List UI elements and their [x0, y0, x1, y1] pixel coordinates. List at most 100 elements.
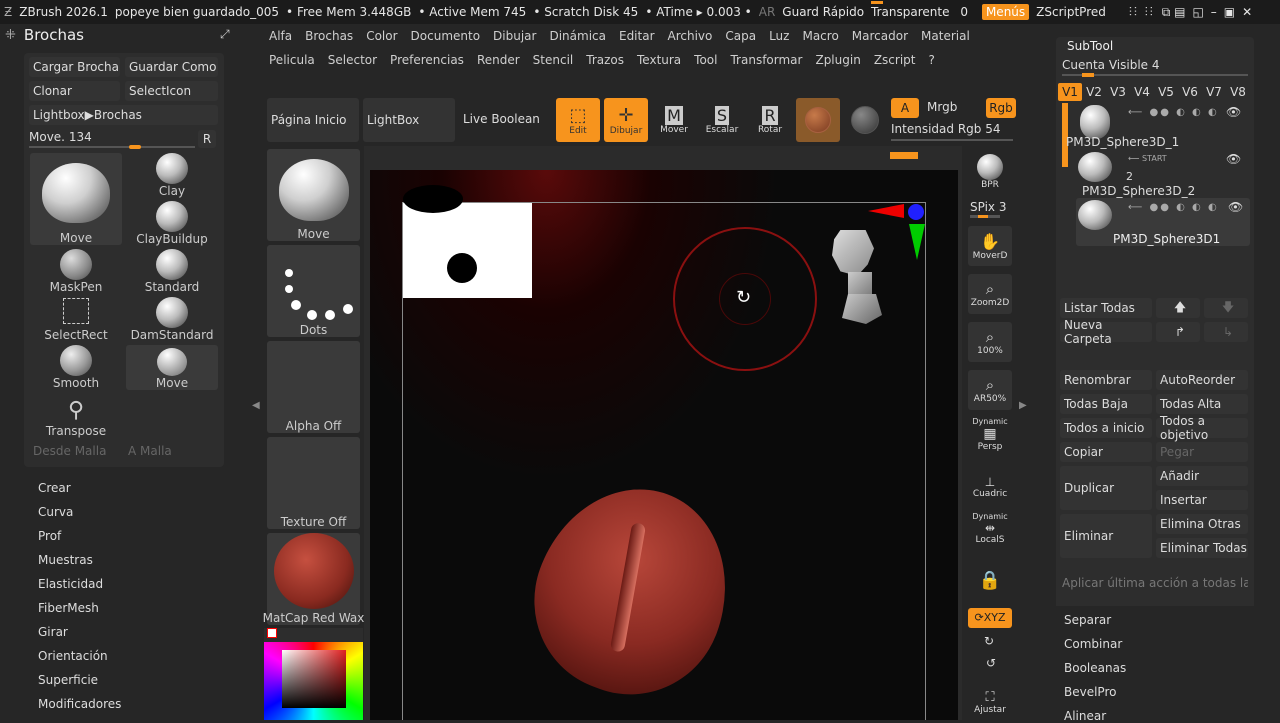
left-menu-item[interactable]: Orientación — [38, 644, 121, 668]
lightbox-brushes-button[interactable]: Lightbox▶Brochas — [29, 105, 218, 125]
brush-damstandard[interactable]: DamStandard — [126, 297, 218, 342]
persp-button[interactable]: Dynamic ▦ Persp — [968, 414, 1012, 454]
paste-button[interactable]: Pegar — [1156, 442, 1248, 462]
menu-item[interactable]: Dibujar — [493, 29, 536, 43]
menu-item[interactable]: Zscript — [874, 53, 916, 67]
color-square[interactable] — [282, 650, 346, 708]
left-menu-item[interactable]: Crear — [38, 476, 121, 500]
bevelpro-menu[interactable]: BevelPro — [1064, 685, 1116, 699]
all-to-start-button[interactable]: Todos a inicio — [1060, 418, 1152, 438]
collapse-left-icon[interactable]: ◀ — [252, 400, 260, 411]
subtool-item-1[interactable]: ⟵ ●● ◐ ◐ ◐ 👁 PM3D_Sphere3D_1 — [1066, 103, 1248, 149]
tray-brush-move[interactable]: Move — [267, 149, 360, 241]
brush-move-small[interactable]: Move — [126, 345, 218, 390]
rename-button[interactable]: Renombrar — [1060, 370, 1152, 390]
close-icon[interactable]: ✕ — [1242, 5, 1252, 19]
visible-count-slider[interactable]: Cuenta Visible 4 — [1062, 58, 1248, 78]
menu-item[interactable]: Pelicula — [269, 53, 315, 67]
lock-button[interactable]: 🔒 — [968, 560, 1012, 600]
merge-menu[interactable]: Combinar — [1064, 637, 1122, 651]
new-folder-button[interactable]: Nueva Carpeta — [1060, 318, 1152, 346]
insert-button[interactable]: Insertar — [1156, 490, 1248, 510]
autoreorder-button[interactable]: AutoReorder — [1156, 370, 1248, 390]
version-tab[interactable]: V4 — [1130, 83, 1154, 101]
document-canvas[interactable]: ↻ — [370, 170, 958, 720]
scale-button[interactable]: S Escalar — [700, 98, 744, 142]
popout-icon[interactable]: ⤢ — [220, 27, 230, 42]
menu-item[interactable]: Capa — [725, 29, 756, 43]
eye-icon[interactable]: 👁 — [1226, 105, 1241, 119]
duplicate-button[interactable]: Duplicar — [1060, 466, 1152, 510]
selecticon-button[interactable]: SelectIcon — [125, 81, 218, 101]
left-menu-item[interactable]: Modificadores — [38, 692, 121, 716]
from-mesh-button[interactable]: Desde Malla — [33, 444, 106, 458]
head-gizmo[interactable] — [822, 226, 886, 330]
move-button[interactable]: M Mover — [652, 98, 696, 142]
moverd-button[interactable]: ✋ MoverD — [968, 226, 1012, 266]
window-layout-icon[interactable]: ⧉ ▤ — [1162, 5, 1186, 20]
quicksave-button[interactable]: Guard Rápido — [782, 5, 864, 19]
layout-icons[interactable]: ⫶⫶ ⫶⫶ — [1129, 5, 1155, 20]
rgb-intensity-slider[interactable]: Intensidad Rgb 54 — [891, 122, 1013, 142]
menu-item[interactable]: Render — [477, 53, 520, 67]
a-button[interactable]: A — [891, 98, 919, 118]
clone-button[interactable]: Clonar — [29, 81, 120, 101]
menu-item[interactable]: Material — [921, 29, 970, 43]
brush-claybuildup[interactable]: ClayBuildup — [126, 201, 218, 246]
rotate-button[interactable]: R Rotar — [748, 98, 792, 142]
menu-item[interactable]: Tool — [694, 53, 717, 67]
restore-icon[interactable]: ◱ — [1192, 5, 1203, 19]
tray-alpha-off[interactable]: Alpha Off — [267, 341, 360, 433]
menu-item[interactable]: Archivo — [668, 29, 713, 43]
subtool-visibility-toggles[interactable]: ⟵ ●● ◐ ◐ ◐ — [1128, 107, 1219, 118]
menu-item[interactable]: Stencil — [533, 53, 574, 67]
delete-all-button[interactable]: Eliminar Todas — [1156, 538, 1248, 558]
ar50-button[interactable]: ⌕ AR50% — [968, 370, 1012, 410]
rotate-y-icon[interactable]: ↻ — [984, 634, 994, 648]
tray-texture-off[interactable]: Texture Off — [267, 437, 360, 529]
xyz-button[interactable]: ⟳XYZ — [968, 608, 1012, 628]
menu-item[interactable]: Transformar — [730, 53, 802, 67]
tray-stroke-dots[interactable]: Dots — [267, 245, 360, 337]
zoom2d-button[interactable]: ⌕ Zoom2D — [968, 274, 1012, 314]
rotate-z-icon[interactable]: ↺ — [986, 656, 996, 670]
brush-smooth[interactable]: Smooth — [30, 345, 122, 390]
pin-icon[interactable]: ⁜ — [5, 28, 16, 43]
move-up-icon[interactable]: 🡅 — [1156, 298, 1200, 318]
booleans-menu[interactable]: Booleanas — [1064, 661, 1126, 675]
brush-move-large[interactable]: Move — [30, 153, 122, 245]
apply-last-action-button[interactable]: Aplicar última acción a todas las I — [1062, 576, 1248, 590]
delete-others-button[interactable]: Elimina Otras — [1156, 514, 1248, 534]
version-tab[interactable]: V6 — [1178, 83, 1202, 101]
menu-item[interactable]: Textura — [637, 53, 681, 67]
left-menu-item[interactable]: Curva — [38, 500, 121, 524]
zscript-pred[interactable]: ZScriptPred — [1036, 5, 1106, 19]
transparent-slider[interactable]: Transparente 0 — [871, 1, 975, 19]
minimize-icon[interactable]: – — [1211, 5, 1217, 19]
menu-item[interactable]: Macro — [802, 29, 838, 43]
brush-clay[interactable]: Clay — [126, 153, 218, 198]
canvas-scroll-marker[interactable] — [890, 152, 918, 159]
menu-item[interactable]: Color — [366, 29, 397, 43]
copy-button[interactable]: Copiar — [1060, 442, 1152, 462]
menu-item[interactable]: Luz — [769, 29, 789, 43]
list-all-button[interactable]: Listar Todas — [1060, 298, 1152, 318]
bpr-button[interactable]: BPR — [968, 150, 1012, 194]
brush-selectrect[interactable]: SelectRect — [30, 297, 122, 342]
zoom100-button[interactable]: ⌕ 100% — [968, 322, 1012, 362]
r-button[interactable]: R — [198, 130, 216, 148]
left-menu-item[interactable]: Girar — [38, 620, 121, 644]
arrow-down-right-icon[interactable]: ↳ — [1204, 322, 1248, 342]
eye-icon[interactable]: 👁 — [1226, 152, 1241, 166]
mrgb-button[interactable]: Mrgb — [927, 100, 957, 114]
menu-item[interactable]: Brochas — [305, 29, 353, 43]
menu-item[interactable]: Marcador — [852, 29, 908, 43]
cuadric-button[interactable]: ⊥ Cuadric — [968, 470, 1012, 504]
locals-button[interactable]: Dynamic ⇹ LocalS — [968, 508, 1012, 548]
menu-item[interactable]: Preferencias — [390, 53, 464, 67]
home-page-button[interactable]: Página Inicio — [267, 98, 359, 142]
version-tab[interactable]: V8 — [1226, 83, 1250, 101]
left-menu-item[interactable]: Prof — [38, 524, 121, 548]
to-mesh-button[interactable]: A Malla — [128, 444, 172, 458]
save-as-button[interactable]: Guardar Como — [125, 57, 218, 77]
